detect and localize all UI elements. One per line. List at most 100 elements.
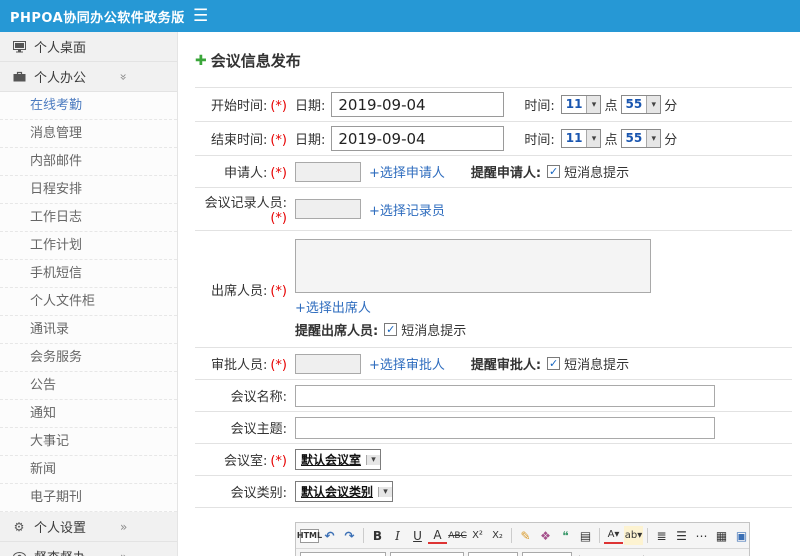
remind-attendee-checkbox[interactable]: [384, 323, 398, 336]
required-mark: (*): [270, 283, 287, 299]
sidebar-item-internal-mail[interactable]: 内部邮件: [0, 148, 177, 176]
remove-format-button[interactable]: ❖: [536, 526, 555, 545]
preview-button[interactable]: ▣: [732, 526, 751, 545]
align-justify-icon[interactable]: [626, 553, 639, 556]
applicant-input[interactable]: [295, 161, 361, 182]
sidebar-item-contacts[interactable]: 通讯录: [0, 316, 177, 344]
meeting-category-select[interactable]: 默认会议类别: [295, 481, 394, 502]
desktop-icon: [12, 40, 26, 53]
end-minute-select[interactable]: 55: [620, 129, 662, 148]
main-content: ✚ 会议信息发布 开始时间:(*) 日期: 时间: 11 点 55 分: [178, 32, 800, 556]
end-hour-select[interactable]: 11: [560, 129, 602, 148]
ordered-list-button[interactable]: ≣: [652, 526, 671, 545]
meeting-name-input[interactable]: [295, 384, 715, 407]
meeting-category-label: 会议类别:: [230, 486, 287, 501]
sidebar-item-file-cabinet[interactable]: 个人文件柜: [0, 288, 177, 316]
media-icon[interactable]: [695, 553, 708, 556]
format-painter-button[interactable]: ✎: [516, 526, 535, 545]
meeting-category-row: 会议类别: 默认会议类别: [195, 476, 792, 508]
end-date-input[interactable]: [331, 126, 505, 151]
recorder-label: 会议记录人员:: [204, 196, 287, 211]
backcolor-button[interactable]: ab▾: [624, 526, 643, 545]
table-icon[interactable]: [722, 553, 735, 556]
bold-button[interactable]: B: [368, 526, 387, 545]
approver-input[interactable]: [295, 353, 361, 374]
start-minute-select[interactable]: 55: [620, 95, 662, 114]
sidebar-section-desktop[interactable]: 个人桌面: [0, 32, 177, 62]
align-right-icon[interactable]: [612, 553, 625, 556]
applicant-row: 申请人:(*) +选择申请人 提醒申请人: 短消息提示: [195, 156, 792, 188]
required-mark: (*): [270, 133, 287, 148]
sidebar-item-e-journal[interactable]: 电子期刊: [0, 484, 177, 512]
undo-button[interactable]: ↶: [320, 526, 339, 545]
font-size-select[interactable]: 字号: [522, 552, 573, 556]
subscript-button[interactable]: X₂: [488, 526, 507, 545]
sidebar-section-label: 督查督办: [34, 547, 86, 556]
gear-icon: ⚙: [13, 519, 25, 534]
choose-recorder-link[interactable]: +选择记录员: [369, 200, 445, 219]
sidebar-item-schedule[interactable]: 日程安排: [0, 176, 177, 204]
sms-hint-label: 短消息提示: [401, 324, 467, 339]
redo-button[interactable]: ↷: [340, 526, 359, 545]
toolbar-separator: [511, 528, 512, 543]
emoji-icon[interactable]: [709, 553, 721, 556]
meeting-room-label: 会议室:: [223, 454, 268, 469]
meeting-topic-row: 会议主题:: [195, 412, 792, 444]
underline-button[interactable]: U: [408, 526, 427, 545]
html-source-button[interactable]: HTML: [297, 528, 322, 543]
forecolor-button[interactable]: A▾: [604, 527, 623, 544]
superscript-button[interactable]: X²: [468, 526, 487, 545]
chevron-right-icon: »: [120, 519, 128, 534]
sms-hint-label: 短消息提示: [564, 358, 630, 373]
recorder-input[interactable]: [295, 199, 361, 219]
dropdown-arrow-icon: [378, 486, 393, 497]
sidebar-item-work-log[interactable]: 工作日志: [0, 204, 177, 232]
strikethrough-button[interactable]: ABC: [448, 526, 467, 545]
italic-button[interactable]: I: [388, 526, 407, 545]
end-time-label: 结束时间:: [210, 133, 268, 148]
remind-applicant-label: 提醒申请人:: [470, 166, 542, 181]
align-left-icon[interactable]: [584, 553, 597, 556]
sidebar-item-meeting-service[interactable]: 会务服务: [0, 344, 177, 372]
sidebar-item-messages[interactable]: 消息管理: [0, 120, 177, 148]
blockquote-button[interactable]: ❝: [556, 526, 575, 545]
choose-attendee-link[interactable]: +选择出席人: [295, 297, 371, 316]
required-mark: (*): [270, 358, 287, 373]
remind-applicant-checkbox[interactable]: [547, 165, 561, 178]
sidebar-section-settings[interactable]: ⚙ 个人设置 »: [0, 512, 177, 542]
attendee-textarea[interactable]: [295, 239, 651, 293]
dropdown-arrow-icon: [646, 130, 661, 147]
meeting-topic-input[interactable]: [295, 416, 715, 439]
page-break-button[interactable]: ▦: [712, 526, 731, 545]
remind-approver-checkbox[interactable]: [547, 357, 561, 370]
choose-applicant-link[interactable]: +选择申请人: [369, 162, 445, 181]
sidebar-item-attendance[interactable]: 在线考勤: [0, 92, 177, 120]
choose-approver-link[interactable]: +选择审批人: [369, 354, 445, 373]
sidebar-item-events[interactable]: 大事记: [0, 428, 177, 456]
hamburger-menu-icon[interactable]: ☰: [193, 0, 208, 32]
image-icon[interactable]: [680, 553, 694, 556]
font-color-button[interactable]: A: [428, 527, 447, 544]
unordered-list-button[interactable]: ☰: [672, 526, 691, 545]
unlink-icon[interactable]: [664, 553, 679, 556]
more-options-button[interactable]: ⋯: [692, 526, 711, 545]
sidebar-section-office[interactable]: 个人办公 »: [0, 62, 177, 92]
align-center-icon[interactable]: [598, 553, 611, 556]
briefcase-icon: [12, 71, 26, 82]
start-date-input[interactable]: [331, 92, 505, 117]
link-icon[interactable]: [648, 553, 663, 556]
code-view-button[interactable]: ▤: [576, 526, 595, 545]
paragraph-format-select[interactable]: 段落格式: [390, 552, 465, 556]
sidebar-item-news[interactable]: 新闻: [0, 456, 177, 484]
sidebar-item-sms[interactable]: 手机短信: [0, 260, 177, 288]
font-family-select[interactable]: 字体: [468, 552, 519, 556]
meeting-room-select[interactable]: 默认会议室: [295, 449, 382, 470]
sidebar-section-supervise[interactable]: 督查督办 »: [0, 542, 177, 556]
sidebar-item-work-plan[interactable]: 工作计划: [0, 232, 177, 260]
custom-heading-select[interactable]: 自定义标题: [300, 552, 387, 556]
sidebar-item-notice[interactable]: 通知: [0, 400, 177, 428]
fullscreen-icon[interactable]: [736, 553, 748, 556]
sidebar-item-announcement[interactable]: 公告: [0, 372, 177, 400]
time-label: 时间:: [524, 133, 555, 148]
start-hour-select[interactable]: 11: [560, 95, 602, 114]
